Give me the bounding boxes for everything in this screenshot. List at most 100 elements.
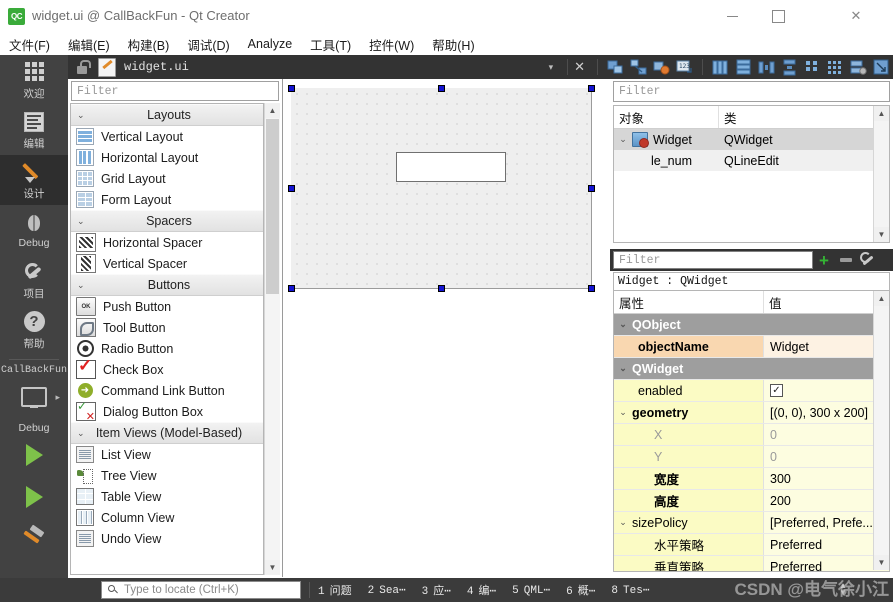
scroll-up-icon[interactable]: ▲	[874, 106, 889, 121]
status-pane-qml[interactable]: 5 QML⋯	[512, 583, 550, 597]
property-row-geometry[interactable]: ⌄ geometry [(0, 0), 300 x 200]	[614, 402, 889, 424]
widget-item-push-button[interactable]: OK Push Button	[71, 296, 263, 317]
property-row-horizontal-policy[interactable]: 水平策略 Preferred	[614, 534, 889, 556]
chevron-down-icon[interactable]: ⌄	[614, 517, 632, 528]
widget-item-horizontal-spacer[interactable]: Horizontal Spacer	[71, 232, 263, 253]
layout-splitter-horizontal-icon[interactable]	[758, 59, 775, 76]
widgetbox-category-buttons[interactable]: ⌄ Buttons	[71, 274, 263, 296]
property-value[interactable]: [(0, 0), 300 x 200]	[764, 402, 889, 423]
property-value[interactable]: Preferred	[764, 534, 889, 555]
menu-analyze[interactable]: Analyze	[239, 35, 301, 53]
edit-signals-slots-icon[interactable]	[630, 59, 647, 76]
mode-projects[interactable]: 项目	[0, 255, 68, 305]
property-value[interactable]: 0	[764, 424, 889, 445]
adjust-size-icon[interactable]	[873, 59, 890, 76]
status-pane-testresults[interactable]: 8 Tes⋯	[611, 583, 649, 597]
property-value[interactable]: 0	[764, 446, 889, 467]
status-pane-compileoutput[interactable]: 4 编⋯	[467, 582, 496, 598]
property-value[interactable]: Preferred	[764, 556, 889, 571]
resize-handle-middle-left[interactable]	[288, 185, 295, 192]
layout-splitter-vertical-icon[interactable]	[781, 59, 798, 76]
property-row-width[interactable]: 宽度 300	[614, 468, 889, 490]
widget-item-command-link-button[interactable]: Command Link Button	[71, 380, 263, 401]
scroll-down-icon[interactable]: ▼	[874, 227, 889, 242]
property-group-qwidget[interactable]: ⌄ QWidget	[614, 358, 889, 380]
configure-property-button[interactable]	[857, 250, 879, 270]
widgetbox-filter-input[interactable]: Filter	[71, 81, 279, 101]
scrollbar-thumb[interactable]	[266, 119, 279, 294]
minimize-button[interactable]	[709, 0, 755, 32]
widget-item-column-view[interactable]: Column View	[71, 507, 263, 528]
layout-grid-icon[interactable]	[827, 59, 844, 76]
property-row-sizepolicy[interactable]: ⌄ sizePolicy [Preferred, Prefe...	[614, 512, 889, 534]
layout-vertically-icon[interactable]	[735, 59, 752, 76]
scroll-up-icon[interactable]: ▲	[265, 103, 280, 118]
property-value[interactable]: [Preferred, Prefe...	[764, 512, 889, 533]
status-pane-overview[interactable]: 6 概⋯	[566, 582, 595, 598]
widgetbox-scrollbar[interactable]: ▲ ▼	[264, 103, 280, 575]
widget-item-vertical-layout[interactable]: Vertical Layout	[71, 126, 263, 147]
property-row-enabled[interactable]: enabled ✓	[614, 380, 889, 402]
widget-item-list-view[interactable]: List View	[71, 444, 263, 465]
edit-widgets-icon[interactable]	[607, 59, 624, 76]
edit-tab-order-icon[interactable]: 123	[676, 59, 693, 76]
property-table-scrollbar[interactable]: ▲ ▼	[873, 291, 889, 570]
object-tree-row-widget[interactable]: ⌄ Widget QWidget	[614, 129, 889, 150]
status-pane-search[interactable]: 2 Sea⋯	[368, 583, 406, 597]
resize-handle-bottom-center[interactable]	[438, 285, 445, 292]
object-tree-scrollbar[interactable]: ▲ ▼	[873, 106, 889, 242]
status-pane-issues[interactable]: 1 问题	[318, 582, 352, 598]
kit-selector[interactable]: ▸	[0, 376, 68, 418]
property-value[interactable]: Widget	[764, 336, 889, 357]
mode-help[interactable]: ? 帮助	[0, 305, 68, 355]
output-pane-toggle[interactable]: ▲ ▼	[839, 582, 847, 597]
property-row-height[interactable]: 高度 200	[614, 490, 889, 512]
widget-item-table-view[interactable]: Table View	[71, 486, 263, 507]
menu-edit[interactable]: 编辑(E)	[59, 33, 119, 56]
form-widget[interactable]	[291, 88, 592, 289]
maximize-button[interactable]	[755, 0, 801, 32]
layout-form-icon[interactable]	[804, 59, 821, 76]
widgetbox-category-item-views[interactable]: ⌄ Item Views (Model-Based)	[71, 422, 263, 444]
widget-item-undo-view[interactable]: Undo View	[71, 528, 263, 549]
break-layout-icon[interactable]	[850, 59, 867, 76]
widget-item-form-layout[interactable]: Form Layout	[71, 189, 263, 210]
property-row-objectname[interactable]: objectName Widget	[614, 336, 889, 358]
menu-help[interactable]: 帮助(H)	[423, 33, 483, 56]
widget-item-tree-view[interactable]: Tree View	[71, 465, 263, 486]
widget-item-horizontal-layout[interactable]: Horizontal Layout	[71, 147, 263, 168]
mode-debug[interactable]: Debug	[0, 205, 68, 255]
widget-item-dialog-button-box[interactable]: Dialog Button Box	[71, 399, 263, 423]
open-document-name[interactable]: widget.ui	[124, 60, 189, 74]
property-filter-input[interactable]: Filter	[613, 251, 813, 269]
object-inspector-filter-input[interactable]: Filter	[613, 81, 890, 102]
resize-handle-middle-right[interactable]	[588, 185, 595, 192]
resize-handle-bottom-right[interactable]	[588, 285, 595, 292]
column-header-object[interactable]: 对象	[614, 106, 719, 128]
menu-widgets[interactable]: 控件(W)	[360, 33, 423, 56]
mode-edit[interactable]: 编辑	[0, 105, 68, 155]
widgetbox-category-spacers[interactable]: ⌄ Spacers	[71, 210, 263, 232]
scroll-up-icon[interactable]: ▲	[874, 291, 889, 306]
chevron-down-icon[interactable]: ⌄	[614, 407, 632, 418]
enabled-checkbox[interactable]: ✓	[770, 384, 783, 397]
widget-item-grid-layout[interactable]: Grid Layout	[71, 168, 263, 189]
property-row-vertical-policy[interactable]: 垂直策略 Preferred	[614, 556, 889, 571]
chevron-down-icon[interactable]: ▾	[549, 62, 554, 73]
widget-item-check-box[interactable]: Check Box	[71, 356, 263, 380]
menu-file[interactable]: 文件(F)	[0, 33, 59, 56]
mode-welcome[interactable]: 欢迎	[0, 55, 68, 105]
column-header-value[interactable]: 值	[764, 291, 889, 313]
chevron-down-icon[interactable]: ⌄	[614, 134, 632, 145]
widgetbox-category-layouts[interactable]: ⌄ Layouts	[71, 104, 263, 126]
remove-property-button[interactable]	[835, 250, 857, 270]
property-value[interactable]: 200	[764, 490, 889, 511]
widget-item-radio-button[interactable]: Radio Button	[71, 338, 263, 359]
build-button[interactable]	[0, 518, 68, 560]
add-property-button[interactable]: +	[813, 250, 835, 270]
resize-handle-top-left[interactable]	[288, 85, 295, 92]
resize-handle-top-center[interactable]	[438, 85, 445, 92]
widget-item-tool-button[interactable]: Tool Button	[71, 317, 263, 338]
widget-item-vertical-spacer[interactable]: Vertical Spacer	[71, 253, 263, 274]
resize-handle-top-right[interactable]	[588, 85, 595, 92]
